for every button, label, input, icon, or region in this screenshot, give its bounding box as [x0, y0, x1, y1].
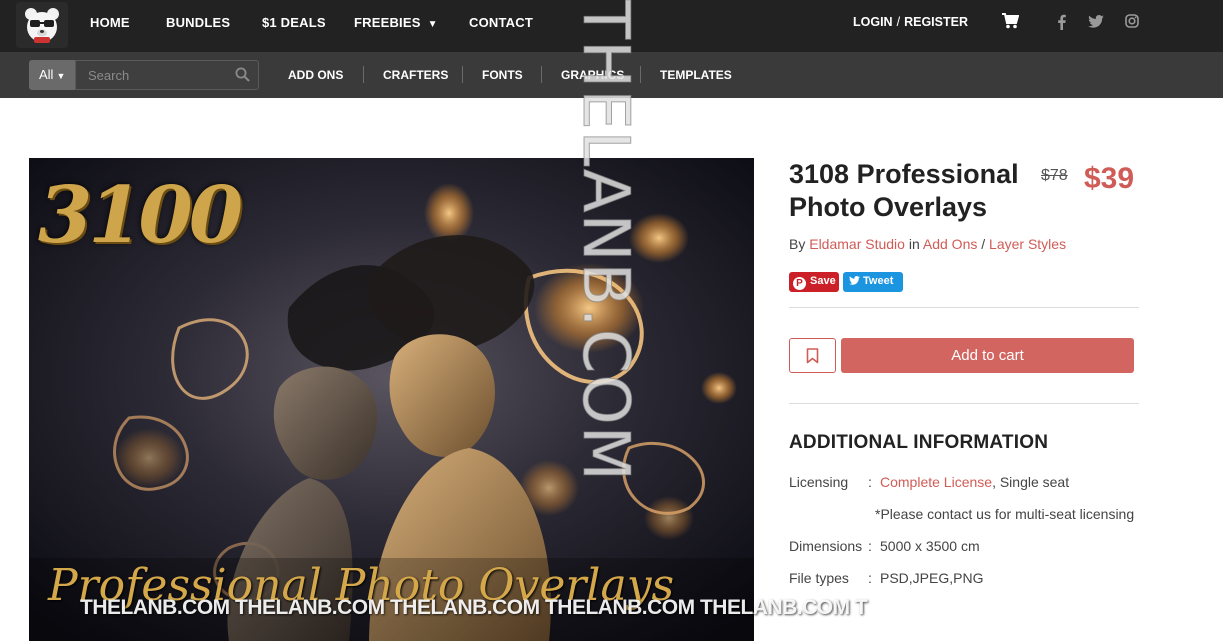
nav-contact[interactable]: CONTACT: [469, 15, 533, 30]
licensing-value: Complete License, Single seat: [880, 474, 1069, 490]
license-link[interactable]: Complete License: [880, 474, 992, 490]
artwork-headline-number: 3100: [38, 170, 243, 261]
search-box: [75, 60, 259, 90]
cart-icon[interactable]: [1002, 13, 1019, 29]
info-colon: :: [868, 538, 872, 554]
additional-info-heading: ADDITIONAL INFORMATION: [789, 432, 1049, 453]
wishlist-button[interactable]: [789, 338, 836, 373]
search-scope-dropdown[interactable]: All ▼: [29, 60, 76, 90]
file-types-label: File types: [789, 570, 849, 586]
nav-bundles[interactable]: BUNDLES: [166, 15, 230, 30]
login-separator: /: [896, 15, 901, 29]
login-register: LOGIN / REGISTER: [853, 15, 968, 29]
pinterest-icon: P: [793, 277, 806, 290]
subnav-fonts[interactable]: FONTS: [482, 68, 523, 82]
search-icon[interactable]: [235, 67, 250, 82]
licensing-note: *Please contact us for multi-seat licens…: [875, 506, 1135, 522]
nav-1-dollar-deals[interactable]: $1 DEALS: [262, 15, 326, 30]
info-colon: :: [868, 474, 872, 490]
info-colon: :: [868, 570, 872, 586]
byline-prefix: By: [789, 236, 806, 252]
tweet-label: Tweet: [863, 275, 894, 287]
dimensions-label: Dimensions: [789, 538, 863, 554]
vertical-watermark: THELANB.COM: [568, 0, 643, 482]
tweet-button[interactable]: Tweet: [843, 272, 903, 292]
watermark-strip: THELANB.COM THELANB.COM THELANB.COM THEL…: [80, 596, 868, 619]
dimensions-value: 5000 x 3500 cm: [880, 538, 980, 554]
bookmark-icon: [806, 348, 819, 364]
nav-home[interactable]: HOME: [90, 15, 130, 30]
facebook-icon[interactable]: [1057, 14, 1066, 30]
chevron-down-icon: ▼: [427, 19, 438, 30]
search-scope-label: All: [39, 67, 54, 82]
file-types-value: PSD,JPEG,PNG: [880, 570, 984, 586]
add-to-cart-button[interactable]: Add to cart: [841, 338, 1134, 373]
nav-freebies-label: FREEBIES: [354, 15, 421, 30]
pinterest-save-button[interactable]: P Save: [789, 272, 839, 292]
subnav-crafters[interactable]: CRAFTERS: [383, 68, 448, 82]
nav-freebies[interactable]: FREEBIES ▼: [354, 15, 438, 30]
subcategory-link[interactable]: Layer Styles: [989, 236, 1066, 252]
site-logo[interactable]: [16, 2, 68, 48]
category-separator: /: [981, 236, 986, 252]
product-title: 3108 Professional Photo Overlays: [789, 159, 1019, 222]
save-label: Save: [810, 275, 836, 287]
logo-bear-icon: [25, 8, 59, 43]
login-link[interactable]: LOGIN: [853, 15, 893, 29]
original-price: $78: [1041, 167, 1068, 184]
instagram-icon[interactable]: [1125, 14, 1139, 28]
divider: [789, 403, 1139, 404]
product-byline: By Eldamar Studio in Add Ons / Layer Sty…: [789, 236, 1066, 252]
register-link[interactable]: REGISTER: [904, 15, 968, 29]
subnav-divider: [462, 66, 463, 83]
author-link[interactable]: Eldamar Studio: [809, 236, 905, 252]
licensing-seat: , Single seat: [992, 474, 1070, 490]
subnav-add-ons[interactable]: ADD ONS: [288, 68, 343, 82]
sale-price: $39: [1084, 162, 1135, 195]
search-input[interactable]: [76, 61, 226, 89]
chevron-down-icon: ▼: [56, 71, 66, 81]
category-link[interactable]: Add Ons: [923, 236, 977, 252]
divider: [789, 307, 1139, 308]
twitter-bird-icon: [849, 276, 860, 285]
subnav-divider: [363, 66, 364, 83]
licensing-label: Licensing: [789, 474, 849, 490]
subnav-templates[interactable]: TEMPLATES: [660, 68, 732, 82]
byline-in: in: [908, 236, 920, 252]
subnav-divider: [541, 66, 542, 83]
twitter-icon[interactable]: [1088, 15, 1104, 28]
